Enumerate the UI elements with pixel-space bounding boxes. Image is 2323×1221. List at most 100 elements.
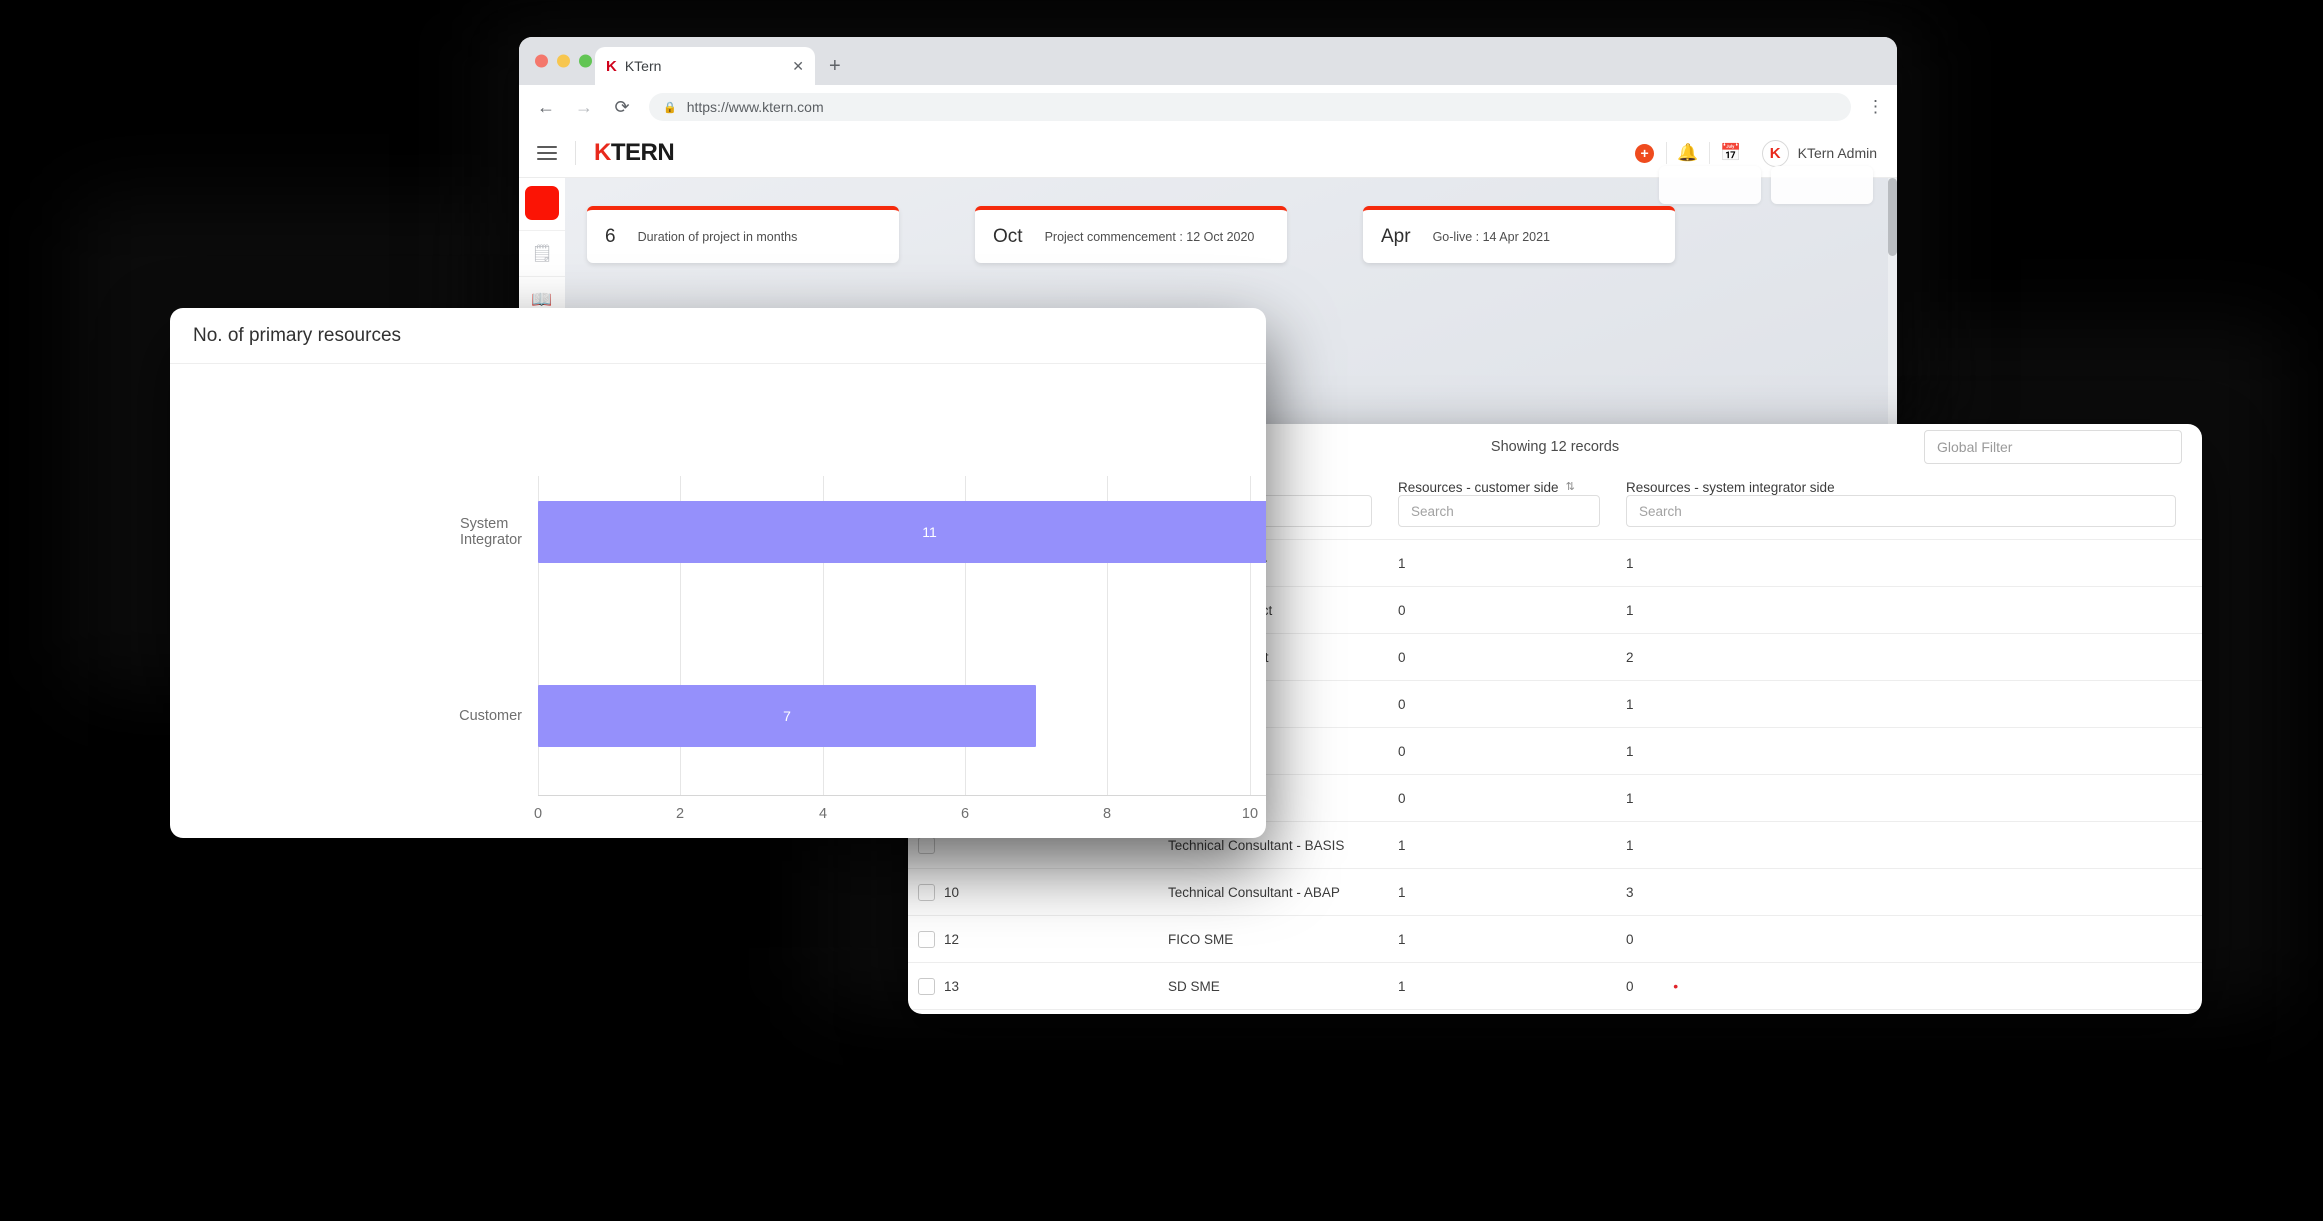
tab-favicon: K (606, 57, 617, 75)
close-window-button[interactable] (535, 54, 548, 68)
kpi-value: 6 (605, 225, 616, 247)
kpi-label: Go-live : 14 Apr 2021 (1432, 229, 1551, 244)
bar-value-label: 7 (783, 708, 791, 724)
column-header-customer-side[interactable]: Resources - customer side ⇅ (1398, 474, 1626, 495)
record-count-label: Showing 12 records (1490, 439, 1620, 455)
kpi-card-duration[interactable]: 6 Duration of project in months (587, 206, 899, 263)
bar-chart: 11 7 System Integrator Customer 0 2 4 6 … (459, 476, 1266, 822)
menu-icon[interactable] (537, 146, 557, 160)
cell-system-integrator-side: 0 (1626, 931, 1634, 947)
table-row[interactable]: 13 SD SME 1 0 • (908, 962, 2202, 1009)
cell-customer-side: 0 (1398, 743, 1406, 759)
search-input-customer-side[interactable]: Search (1398, 495, 1600, 527)
add-icon[interactable]: + (1624, 143, 1666, 163)
row-checkbox[interactable] (918, 977, 935, 995)
cell-customer-side: 0 (1398, 602, 1406, 618)
table-row[interactable]: 12 FICO SME 1 0 (908, 915, 2202, 962)
app-logo[interactable]: K TERN (594, 139, 675, 167)
cell-value: 0 (1626, 979, 1634, 994)
bell-icon[interactable]: 🔔 (1667, 143, 1709, 163)
screenshot-stage: K KTern ✕ + ← → ⟳ 🔒 https://www.ktern.co… (0, 0, 2323, 1221)
sort-icon[interactable]: ⇅ (1566, 482, 1575, 493)
header-divider (575, 141, 576, 165)
window-controls[interactable] (535, 54, 592, 68)
x-tick-label: 10 (1241, 806, 1259, 822)
book-icon: 📖 (531, 289, 553, 309)
bar-system-integrator[interactable]: 11 (538, 501, 1266, 563)
cell-customer-side: 1 (1398, 837, 1406, 853)
maximize-window-button[interactable] (579, 54, 592, 68)
column-label: Resources - system integrator side (1626, 480, 1835, 495)
cell-customer-side: 0 (1398, 649, 1406, 665)
forward-icon[interactable]: → (573, 97, 595, 118)
column-label: Resources - customer side (1398, 480, 1559, 495)
ghost-widget (1771, 166, 1873, 204)
user-name[interactable]: KTern Admin (1798, 145, 1877, 161)
kpi-card-commencement[interactable]: Oct Project commencement : 12 Oct 2020 (975, 206, 1287, 263)
address-bar[interactable]: 🔒 https://www.ktern.com (649, 93, 1851, 121)
header-actions: + 🔔 📅 K KTern Admin (1624, 139, 1877, 167)
cell-customer-side: 0 (1398, 790, 1406, 806)
cell-customer-side: 0 (1398, 696, 1406, 712)
kpi-card-golive[interactable]: Apr Go-live : 14 Apr 2021 (1363, 206, 1675, 263)
scrollbar-thumb[interactable] (1888, 178, 1897, 256)
cell-role: Technical Consultant - ABAP (1168, 884, 1340, 900)
cell-role: SD SME (1168, 978, 1220, 994)
kpi-value: Oct (993, 225, 1023, 247)
kpi-card-row: 6 Duration of project in months Oct Proj… (587, 206, 1897, 263)
avatar[interactable]: K (1761, 139, 1789, 167)
minimize-window-button[interactable] (557, 54, 570, 68)
new-tab-button[interactable]: + (829, 56, 841, 76)
kpi-label: Project commencement : 12 Oct 2020 (1044, 229, 1255, 244)
close-icon[interactable]: ✕ (792, 58, 804, 75)
cell-system-integrator-side: 1 (1626, 696, 1634, 712)
x-tick-label: 2 (675, 806, 685, 822)
row-checkbox[interactable] (918, 836, 935, 854)
logo-text: TERN (610, 139, 675, 166)
browser-menu-icon[interactable]: ⋮ (1867, 98, 1884, 115)
bar-customer[interactable]: 7 (538, 685, 1036, 747)
table-row[interactable]: 10 Technical Consultant - ABAP 1 3 (908, 868, 2202, 915)
x-tick-label: 4 (818, 806, 828, 822)
tab-title: KTern (624, 58, 662, 74)
kpi-value: Apr (1381, 225, 1411, 247)
browser-tab[interactable]: K KTern ✕ (595, 47, 815, 85)
sidebar-item-edit-note[interactable]: 🗒 (519, 230, 565, 276)
sidebar-item-logo-tile[interactable] (525, 186, 559, 220)
reload-icon[interactable]: ⟳ (611, 97, 633, 118)
cell-id: 12 (944, 931, 960, 947)
pagination: ⏮ ◀ 1 2 ▶ ⏭ (908, 1009, 2202, 1014)
cell-customer-side: 1 (1398, 931, 1406, 947)
cell-role: Technical Consultant - BASIS (1168, 837, 1345, 853)
back-icon[interactable]: ← (535, 97, 557, 118)
x-axis-line (538, 795, 1266, 796)
chart-panel-header: No. of primary resources (170, 308, 1266, 364)
row-checkbox[interactable] (918, 883, 935, 901)
cell-id: 13 (944, 978, 960, 994)
ghost-widgets (1659, 166, 1873, 204)
cell-customer-side: 1 (1398, 555, 1406, 571)
x-tick-label: 6 (960, 806, 970, 822)
cell-system-integrator-side: 1 (1626, 790, 1634, 806)
ghost-widget (1659, 166, 1761, 204)
global-filter-input[interactable]: Global Filter (1924, 430, 2182, 464)
x-tick-label: 0 (533, 806, 543, 822)
cell-customer-side: 1 (1398, 884, 1406, 900)
browser-toolbar: ← → ⟳ 🔒 https://www.ktern.com ⋮ (519, 85, 1897, 129)
cell-system-integrator-side: 1 (1626, 837, 1634, 853)
search-placeholder: Search (1411, 503, 1454, 519)
column-header-system-integrator-side[interactable]: Resources - system integrator side (1626, 474, 2202, 495)
cell-system-integrator-side: 1 (1626, 602, 1634, 618)
bar-value-label: 11 (922, 524, 937, 540)
cell-system-integrator-side: 3 (1626, 884, 1634, 900)
row-checkbox[interactable] (918, 930, 935, 948)
vertical-scrollbar[interactable] (1888, 178, 1897, 427)
url-text: https://www.ktern.com (686, 99, 824, 115)
category-label-system-integrator: System Integrator (459, 516, 523, 548)
calendar-icon[interactable]: 📅 (1710, 143, 1752, 163)
cell-system-integrator-side: 0 • (1626, 978, 2202, 994)
cell-role: FICO SME (1168, 931, 1234, 947)
search-input-system-integrator-side[interactable]: Search (1626, 495, 2176, 527)
global-filter-placeholder: Global Filter (1937, 439, 2013, 455)
kpi-label: Duration of project in months (637, 229, 798, 244)
